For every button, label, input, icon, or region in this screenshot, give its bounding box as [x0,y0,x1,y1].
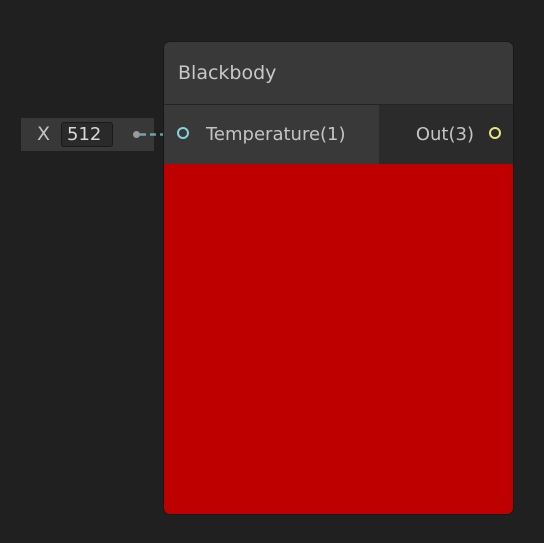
output-port-out[interactable]: Out(3) [379,105,513,164]
output-port-label: Out(3) [415,124,474,145]
node-title: Blackbody [178,62,277,84]
node-ports: Temperature(1) Out(3) [164,105,513,164]
input-port-label: Temperature(1) [206,124,346,145]
input-port-circle-icon[interactable] [177,127,189,139]
field-connector-dot [133,131,140,138]
x-value-input[interactable]: 512 [61,122,113,147]
node-title-bar[interactable]: Blackbody [164,42,513,105]
output-port-circle-icon[interactable] [489,127,501,139]
blackbody-node[interactable]: Blackbody Temperature(1) Out(3) [163,41,514,515]
color-preview [164,164,513,514]
x-axis-label: X [37,123,51,145]
temperature-inline-field[interactable]: X 512 [21,118,154,151]
input-port-temperature[interactable]: Temperature(1) [164,105,379,164]
